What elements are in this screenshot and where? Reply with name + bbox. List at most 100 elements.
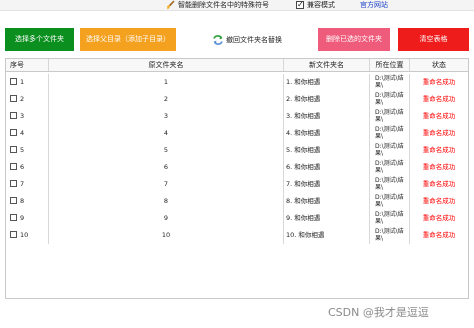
column-header-new-name[interactable]: 新文件夹名 bbox=[284, 59, 370, 71]
status-cell: 重命名成功 bbox=[422, 95, 456, 103]
status-cell: 重命名成功 bbox=[422, 231, 456, 239]
table-row[interactable]: 10 10 10. 和你相遇 D:\测试\结果\ 重命名成功 bbox=[6, 227, 468, 244]
row-index-cell: 7 bbox=[6, 176, 49, 193]
status-cell: 重命名成功 bbox=[422, 197, 456, 205]
table-row[interactable]: 6 6 6. 和你相遇 D:\测试\结果\ 重命名成功 bbox=[6, 159, 468, 176]
original-name-cell: 9 bbox=[49, 210, 284, 227]
checkbox-icon[interactable] bbox=[10, 145, 17, 153]
new-name-cell: 3. 和你相遇 bbox=[284, 108, 370, 125]
row-index: 2 bbox=[20, 95, 25, 103]
new-name-cell: 7. 和你相遇 bbox=[284, 176, 370, 193]
row-index: 3 bbox=[20, 112, 25, 120]
status-cell: 重命名成功 bbox=[422, 78, 456, 86]
row-index: 1 bbox=[20, 78, 25, 86]
column-header-location[interactable]: 所在位置 bbox=[370, 59, 410, 71]
status-cell: 重命名成功 bbox=[422, 129, 456, 137]
checkbox-icon[interactable] bbox=[10, 111, 17, 119]
location-cell: D:\测试\结果\ bbox=[370, 193, 410, 210]
row-index: 6 bbox=[20, 163, 25, 171]
row-index: 5 bbox=[20, 146, 25, 154]
table-row[interactable]: 8 8 8. 和你相遇 D:\测试\结果\ 重命名成功 bbox=[6, 193, 468, 210]
clear-table-button[interactable]: 清空表格 bbox=[398, 28, 469, 51]
checkbox-icon[interactable] bbox=[10, 196, 17, 204]
checkbox-icon[interactable] bbox=[10, 94, 17, 102]
location-cell: D:\测试\结果\ bbox=[370, 210, 410, 227]
folder-table: 序号 原文件夹名 新文件夹名 所在位置 状态 1 1 1. 和你相遇 D:\测试\结果… bbox=[5, 58, 469, 299]
row-index-cell: 2 bbox=[6, 91, 49, 108]
location-cell: D:\测试\结果\ bbox=[370, 108, 410, 125]
original-name-cell: 1 bbox=[49, 74, 284, 91]
status-cell: 重命名成功 bbox=[422, 180, 456, 188]
delete-selected-button[interactable]: 删除已选的文件夹 bbox=[318, 28, 390, 51]
row-index-cell: 8 bbox=[6, 193, 49, 210]
new-name-cell: 4. 和你相遇 bbox=[284, 125, 370, 142]
new-name-cell: 10. 和你相遇 bbox=[284, 227, 370, 244]
choose-parent-button[interactable]: 选择父目录（添加子目录） bbox=[80, 28, 176, 51]
revert-rename-button[interactable]: 撤回文件夹名替换 bbox=[212, 33, 282, 47]
row-index-cell: 5 bbox=[6, 142, 49, 159]
original-name-cell: 6 bbox=[49, 159, 284, 176]
compat-mode-checkbox[interactable]: ✓ bbox=[296, 0, 304, 9]
checkbox-icon[interactable] bbox=[10, 128, 17, 136]
column-header-status[interactable]: 状态 bbox=[410, 59, 468, 71]
row-index: 8 bbox=[20, 197, 25, 205]
original-name-cell: 5 bbox=[49, 142, 284, 159]
row-index-cell: 9 bbox=[6, 210, 49, 227]
new-name-cell: 5. 和你相遇 bbox=[284, 142, 370, 159]
original-name-cell: 4 bbox=[49, 125, 284, 142]
table-row[interactable]: 2 2 2. 和你相遇 D:\测试\结果\ 重命名成功 bbox=[6, 91, 468, 108]
status-cell: 重命名成功 bbox=[422, 112, 456, 120]
check-icon: ✓ bbox=[297, 0, 304, 9]
checkbox-icon[interactable] bbox=[10, 162, 17, 170]
new-name-cell: 2. 和你相遇 bbox=[284, 91, 370, 108]
location-cell: D:\测试\结果\ bbox=[370, 142, 410, 159]
app-title: 智能删除文件名中的特殊符号 bbox=[178, 1, 269, 9]
new-name-cell: 8. 和你相遇 bbox=[284, 193, 370, 210]
table-row[interactable]: 7 7 7. 和你相遇 D:\测试\结果\ 重命名成功 bbox=[6, 176, 468, 193]
status-cell: 重命名成功 bbox=[422, 214, 456, 222]
location-cell: D:\测试\结果\ bbox=[370, 159, 410, 176]
location-cell: D:\测试\结果\ bbox=[370, 91, 410, 108]
column-header-index[interactable]: 序号 bbox=[6, 59, 49, 71]
new-name-cell: 9. 和你相遇 bbox=[284, 210, 370, 227]
new-name-cell: 1. 和你相遇 bbox=[284, 74, 370, 91]
row-index: 4 bbox=[20, 129, 25, 137]
status-cell: 重命名成功 bbox=[422, 146, 456, 154]
original-name-cell: 7 bbox=[49, 176, 284, 193]
table-row[interactable]: 1 1 1. 和你相遇 D:\测试\结果\ 重命名成功 bbox=[6, 74, 468, 91]
location-cell: D:\测试\结果\ bbox=[370, 125, 410, 142]
row-index: 10 bbox=[20, 231, 29, 239]
row-index: 9 bbox=[20, 214, 25, 222]
checkbox-icon[interactable] bbox=[10, 179, 17, 187]
official-site-link[interactable]: 官方网站 bbox=[360, 1, 388, 10]
row-index-cell: 1 bbox=[6, 74, 49, 91]
original-name-cell: 2 bbox=[49, 91, 284, 108]
table-row[interactable]: 3 3 3. 和你相遇 D:\测试\结果\ 重命名成功 bbox=[6, 108, 468, 125]
new-name-cell: 6. 和你相遇 bbox=[284, 159, 370, 176]
brush-icon bbox=[166, 0, 175, 10]
select-folders-button[interactable]: 选择多个文件夹 bbox=[5, 28, 74, 51]
table-row[interactable]: 4 4 4. 和你相遇 D:\测试\结果\ 重命名成功 bbox=[6, 125, 468, 142]
row-index-cell: 3 bbox=[6, 108, 49, 125]
location-cell: D:\测试\结果\ bbox=[370, 74, 410, 91]
original-name-cell: 3 bbox=[49, 108, 284, 125]
title-bar: 智能删除文件名中的特殊符号 ✓ 兼容模式 官方网站 bbox=[0, 0, 474, 11]
revert-rename-label: 撤回文件夹名替换 bbox=[226, 36, 282, 44]
csdn-watermark: CSDN @我才是逗逗 bbox=[328, 306, 429, 319]
row-index-cell: 10 bbox=[6, 227, 49, 244]
location-cell: D:\测试\结果\ bbox=[370, 176, 410, 193]
original-name-cell: 10 bbox=[49, 227, 284, 244]
checkbox-icon[interactable] bbox=[10, 77, 17, 85]
table-header: 序号 原文件夹名 新文件夹名 所在位置 状态 bbox=[6, 59, 468, 72]
checkbox-icon[interactable] bbox=[10, 230, 17, 238]
recycle-icon bbox=[213, 35, 223, 45]
status-cell: 重命名成功 bbox=[422, 163, 456, 171]
row-index-cell: 6 bbox=[6, 159, 49, 176]
table-row[interactable]: 9 9 9. 和你相遇 D:\测试\结果\ 重命名成功 bbox=[6, 210, 468, 227]
compat-mode-label[interactable]: 兼容模式 bbox=[307, 1, 335, 10]
column-header-original-name[interactable]: 原文件夹名 bbox=[49, 59, 284, 71]
row-index: 7 bbox=[20, 180, 25, 188]
original-name-cell: 8 bbox=[49, 193, 284, 210]
checkbox-icon[interactable] bbox=[10, 213, 17, 221]
table-row[interactable]: 5 5 5. 和你相遇 D:\测试\结果\ 重命名成功 bbox=[6, 142, 468, 159]
